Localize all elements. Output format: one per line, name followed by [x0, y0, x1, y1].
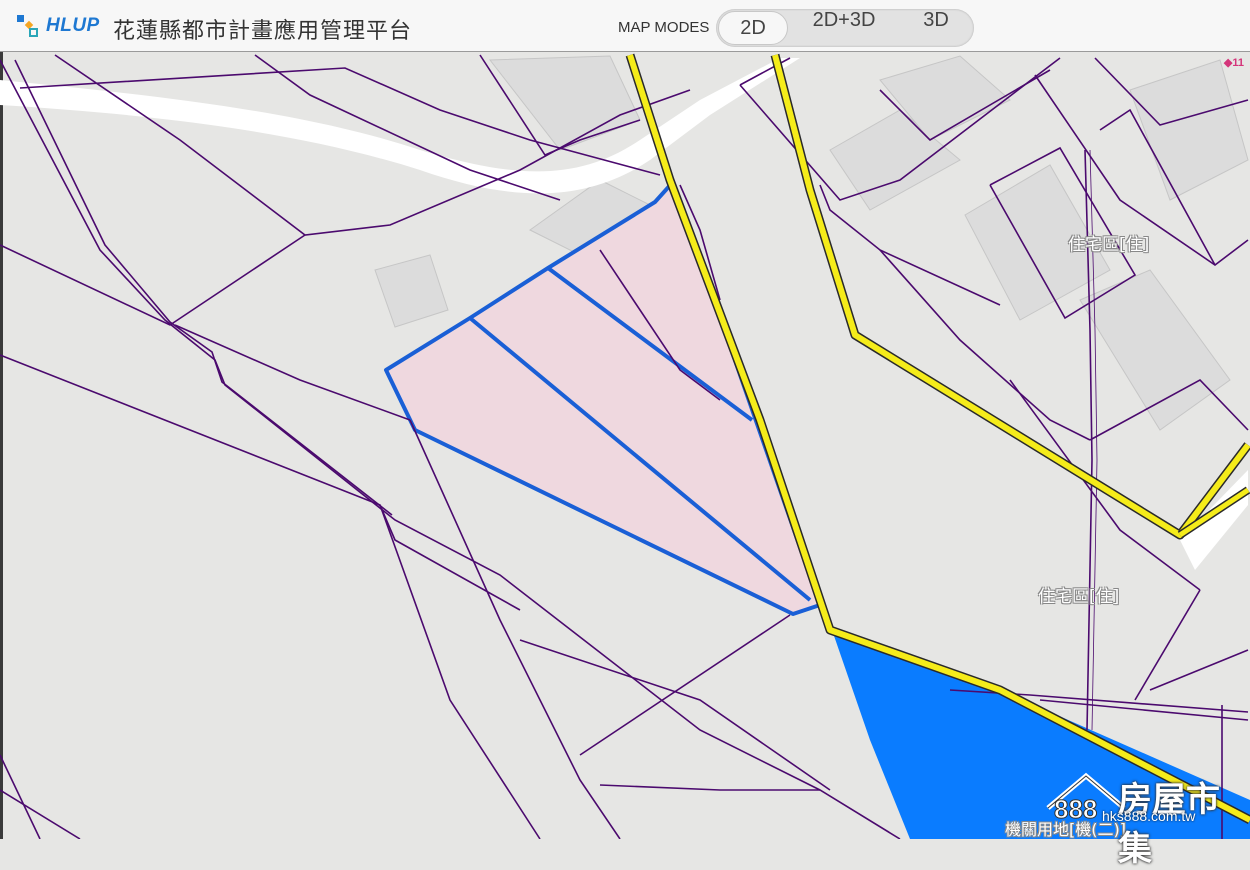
- brand-name: HLUP: [46, 15, 100, 36]
- header-bar: HLUP 花蓮縣都市計畫應用管理平台 MAP MODES 2D 2D+3D 3D: [0, 0, 1250, 52]
- counter-value: 11: [1232, 57, 1244, 69]
- zone-label-residential-2: 住宅區[住]: [1038, 587, 1120, 607]
- map-mode-2d3d-button[interactable]: 2D+3D: [794, 9, 894, 47]
- map-mode-3d-button[interactable]: 3D: [902, 9, 970, 47]
- map-canvas[interactable]: 住宅區[住] 住宅區[住] 機關用地[機(二)]: [0, 52, 1250, 839]
- road: [0, 58, 800, 194]
- hlup-logo-icon: [17, 15, 38, 37]
- map-counter: ◆11: [1224, 56, 1244, 69]
- map-mode-switcher: 2D 2D+3D 3D: [716, 9, 974, 47]
- watermark-url: hks888.com.tw: [1102, 808, 1196, 824]
- page-title: 花蓮縣都市計畫應用管理平台: [113, 19, 413, 44]
- map-modes-label: MAP MODES: [618, 19, 710, 36]
- map-mode-2d-button[interactable]: 2D: [718, 11, 788, 45]
- watermark-number: 888: [1054, 794, 1097, 824]
- map-layers: [0, 53, 1250, 839]
- zone-label-residential-1: 住宅區[住]: [1068, 235, 1150, 255]
